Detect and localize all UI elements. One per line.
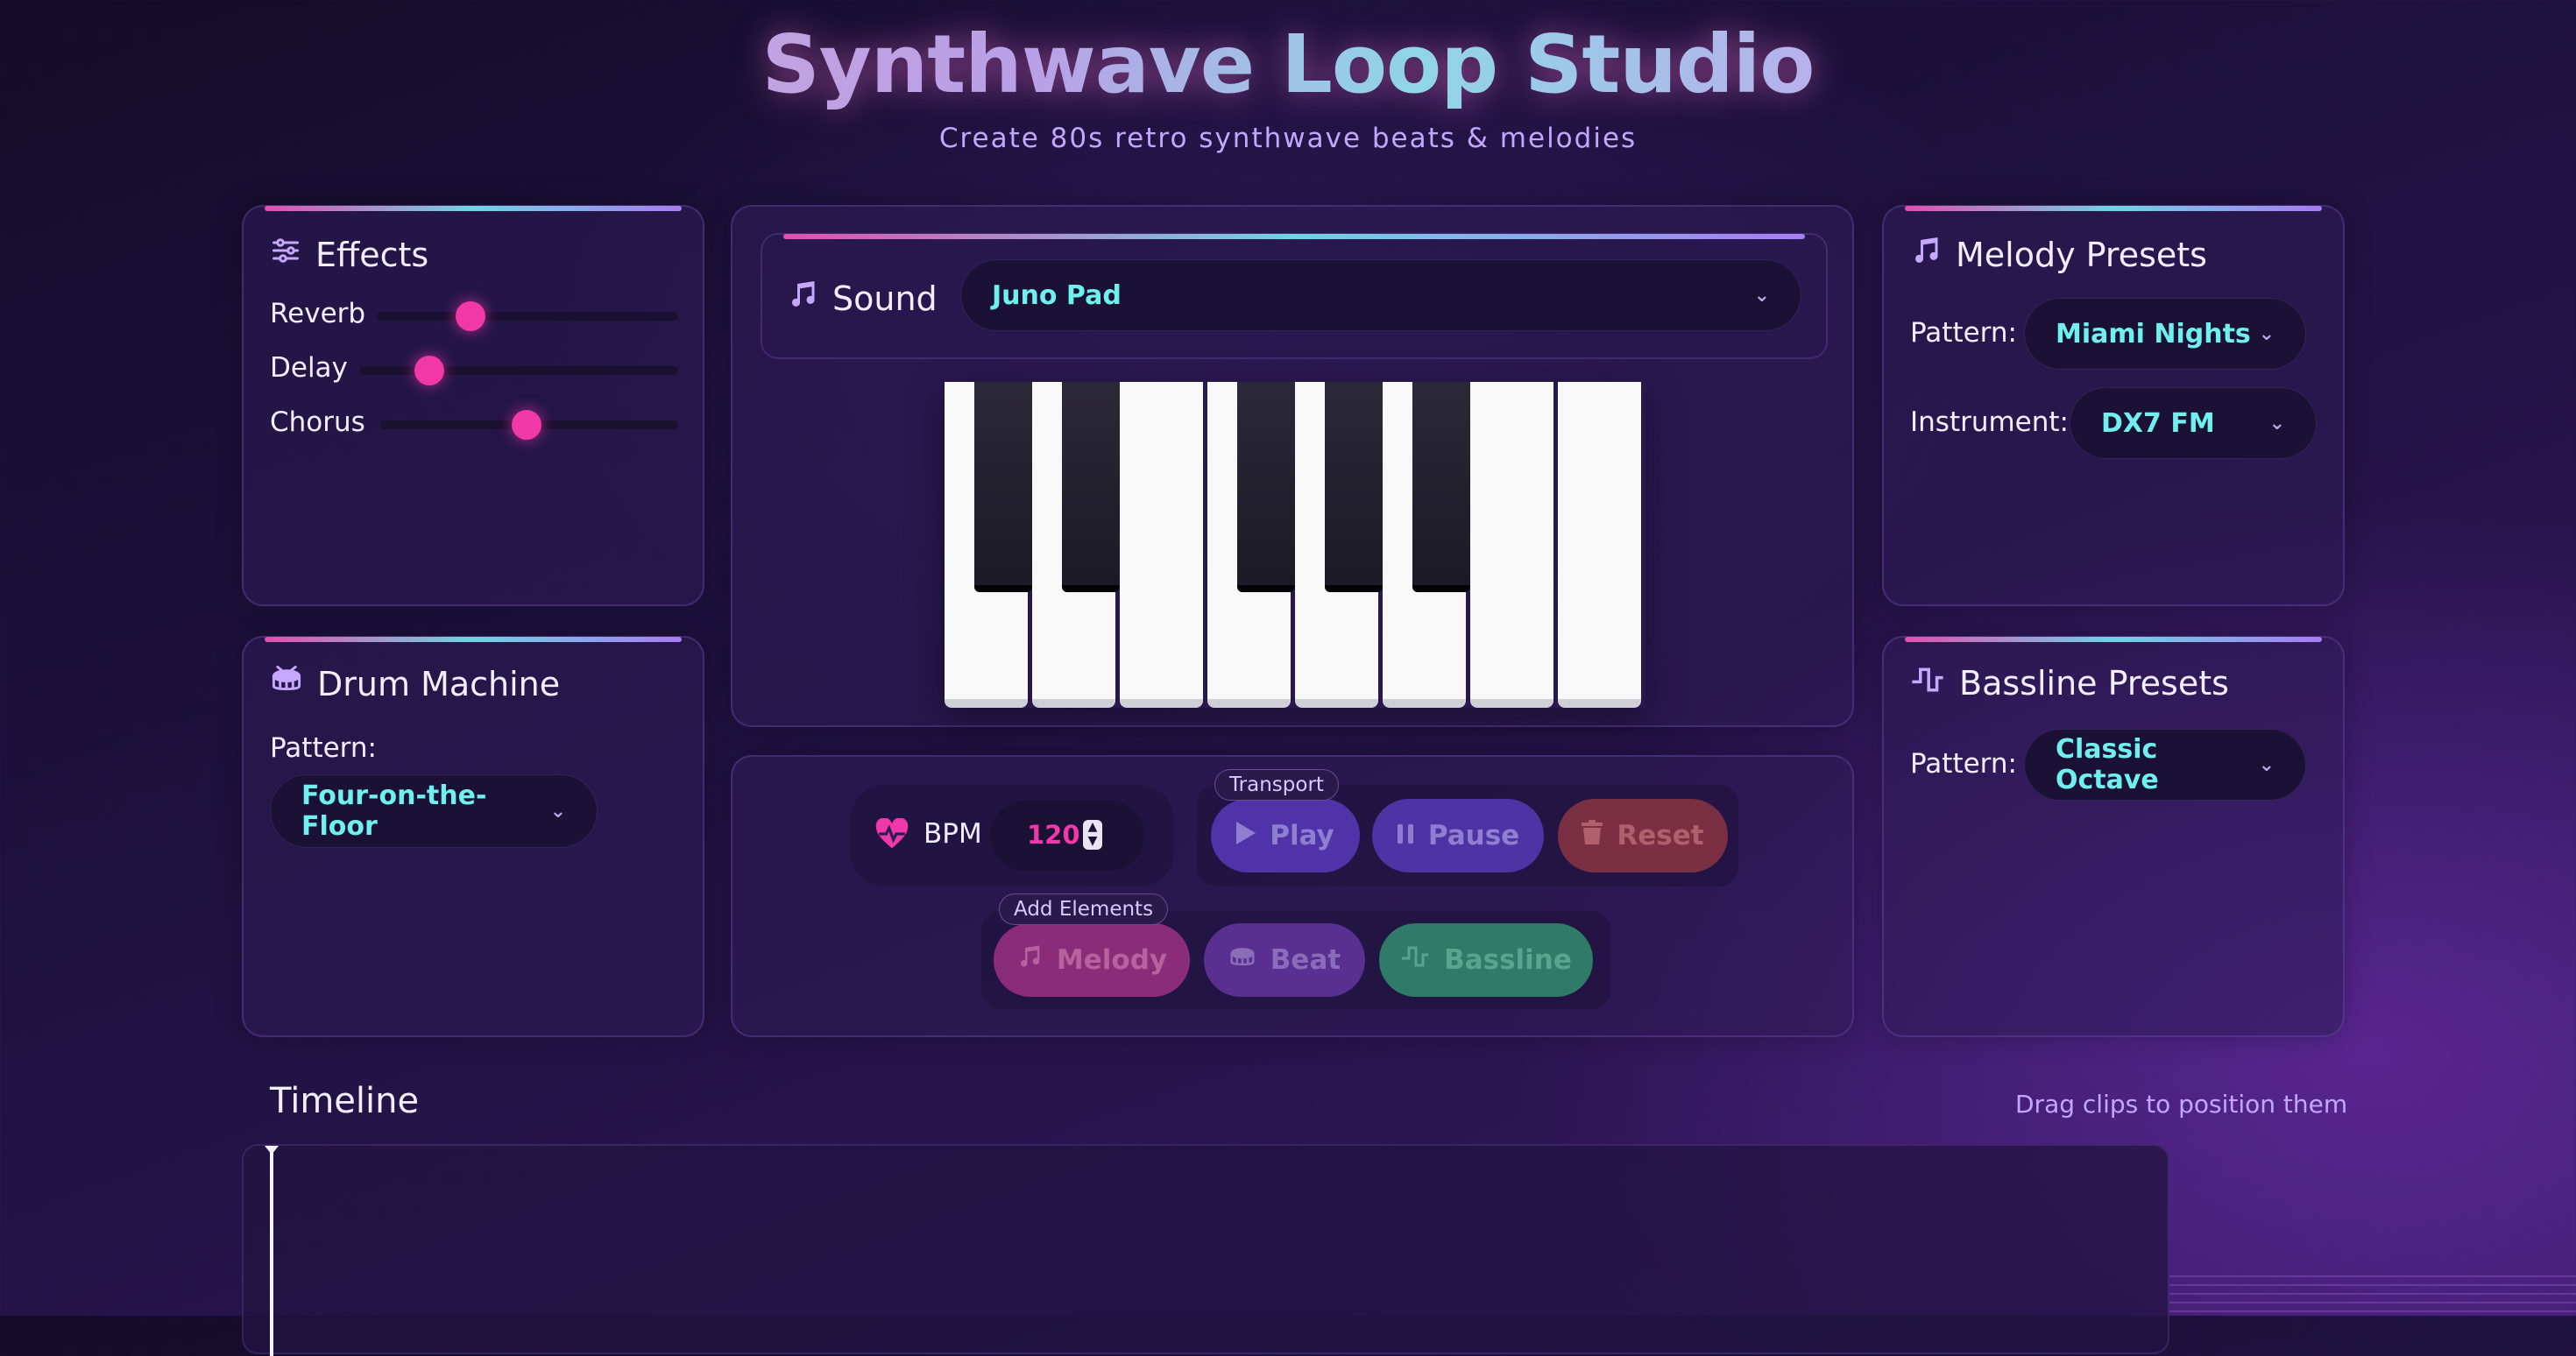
delay-label: Delay <box>270 352 348 384</box>
drum-icon <box>270 664 303 703</box>
panel-accent-bar <box>783 234 1805 239</box>
piano-black-key[interactable] <box>974 382 1032 592</box>
bassline-pattern-value: Classic Octave <box>2056 734 2159 795</box>
play-button[interactable]: Play <box>1211 799 1360 872</box>
piano-keyboard <box>945 382 1645 708</box>
instrument-value: DX7 FM <box>2101 407 2215 439</box>
music-note-icon <box>787 279 818 318</box>
sound-title: Sound <box>787 279 938 318</box>
play-icon <box>1236 820 1256 851</box>
add-melody-button[interactable]: Melody <box>994 923 1190 997</box>
delay-slider[interactable] <box>359 366 678 375</box>
delay-slider-knob[interactable] <box>414 356 444 385</box>
app-title: Synthwave Loop Studio <box>0 18 2576 111</box>
heart-pulse-icon <box>874 817 909 853</box>
piano-white-key[interactable] <box>1470 382 1553 708</box>
drum-pattern-label: Pattern: <box>270 732 377 764</box>
panel-accent-bar <box>1905 637 2322 642</box>
reverb-label: Reverb <box>270 298 366 329</box>
effects-title-label: Effects <box>315 235 429 274</box>
transport-tag: Transport <box>1214 769 1339 801</box>
add-melody-label: Melody <box>1056 944 1168 976</box>
pause-button-label: Pause <box>1427 820 1520 851</box>
synthwave-grid-decoration <box>2169 1275 2576 1316</box>
sound-selector-box: Sound Juno Pad ⌄ <box>761 233 1828 359</box>
bpm-group: BPM 120 ▲ ▼ <box>850 785 1174 886</box>
piano-black-key[interactable] <box>1237 382 1295 592</box>
reverb-slider-knob[interactable] <box>456 301 485 331</box>
sound-select-value: Juno Pad <box>992 279 1122 311</box>
bpm-stepper[interactable]: ▲ ▼ <box>1083 820 1102 850</box>
square-wave-icon <box>1910 664 1945 703</box>
square-wave-icon <box>1400 944 1430 976</box>
app-subtitle: Create 80s retro synthwave beats & melod… <box>938 123 1638 154</box>
piano-black-key[interactable] <box>1325 382 1383 592</box>
bassline-presets-title-label: Bassline Presets <box>1959 664 2229 703</box>
controls-panel: BPM 120 ▲ ▼ Play Pause Reset Transport Me… <box>731 755 1854 1037</box>
reverb-slider[interactable] <box>377 312 678 321</box>
panel-accent-bar <box>265 206 682 211</box>
add-bassline-button[interactable]: Bassline <box>1379 923 1593 997</box>
timeline-track-area[interactable] <box>242 1144 2169 1356</box>
melody-pattern-label: Pattern: <box>1910 317 2017 349</box>
piano-black-key[interactable] <box>1062 382 1120 592</box>
trash-icon <box>1582 820 1603 851</box>
timeline-title: Timeline <box>270 1081 420 1121</box>
bassline-pattern-select[interactable]: Classic Octave ⌄ <box>2024 729 2306 801</box>
sound-title-label: Sound <box>832 279 938 318</box>
bpm-input[interactable]: 120 ▲ ▼ <box>990 801 1144 871</box>
melody-presets-panel: Melody Presets Pattern: Miami Nights ⌄ I… <box>1882 205 2345 606</box>
timeline-hint: Drag clips to position them <box>2015 1090 2348 1119</box>
add-beat-label: Beat <box>1270 944 1341 976</box>
melody-presets-title-label: Melody Presets <box>1956 235 2207 274</box>
panel-accent-bar <box>265 637 682 642</box>
sliders-icon <box>270 235 301 274</box>
music-note-icon <box>1016 943 1043 977</box>
sound-select[interactable]: Juno Pad ⌄ <box>960 259 1801 331</box>
timeline-playhead-cap <box>265 1146 279 1155</box>
chevron-down-icon: ⌄ <box>2258 322 2275 345</box>
drum-pattern-select[interactable]: Four-on-the-Floor ⌄ <box>270 774 598 848</box>
instrument-select[interactable]: DX7 FM ⌄ <box>2070 387 2317 459</box>
drum-machine-title-label: Drum Machine <box>317 664 561 703</box>
reset-button[interactable]: Reset <box>1558 799 1728 872</box>
drum-pattern-value: Four-on-the-Floor <box>301 780 487 842</box>
drum-machine-title: Drum Machine <box>270 664 560 703</box>
melody-presets-title: Melody Presets <box>1910 235 2207 274</box>
add-elements-group: Melody Beat Bassline <box>981 911 1610 1009</box>
melody-pattern-value: Miami Nights <box>2056 318 2251 350</box>
add-beat-button[interactable]: Beat <box>1204 923 1365 997</box>
panel-accent-bar <box>1905 206 2322 211</box>
bassline-presets-title: Bassline Presets <box>1910 664 2229 703</box>
chevron-down-icon: ⌄ <box>2268 412 2285 434</box>
chorus-label: Chorus <box>270 406 365 438</box>
timeline-playhead[interactable] <box>270 1146 273 1356</box>
bassline-pattern-label: Pattern: <box>1910 748 2017 780</box>
instrument-label: Instrument: <box>1910 406 2070 438</box>
pause-icon <box>1397 820 1414 851</box>
piano-black-key[interactable] <box>1412 382 1470 592</box>
drum-icon <box>1228 943 1256 977</box>
chevron-down-icon: ⌄ <box>2258 753 2275 776</box>
effects-title: Effects <box>270 235 428 274</box>
add-elements-tag: Add Elements <box>999 893 1169 925</box>
chorus-slider-knob[interactable] <box>512 410 541 440</box>
drum-machine-panel: Drum Machine Pattern: Four-on-the-Floor … <box>242 636 704 1037</box>
bpm-label: BPM <box>924 818 982 850</box>
chevron-down-icon: ⌄ <box>1753 284 1770 307</box>
melody-pattern-select[interactable]: Miami Nights ⌄ <box>2024 298 2306 370</box>
bpm-value: 120 <box>1027 820 1080 850</box>
music-note-icon <box>1910 235 1942 274</box>
bassline-presets-panel: Bassline Presets Pattern: Classic Octave… <box>1882 636 2345 1037</box>
sound-piano-panel: Sound Juno Pad ⌄ <box>731 205 1854 727</box>
add-bassline-label: Bassline <box>1444 944 1572 976</box>
effects-panel: Effects Reverb Delay Chorus <box>242 205 704 606</box>
piano-white-key[interactable] <box>1558 382 1641 708</box>
reset-button-label: Reset <box>1617 820 1704 851</box>
pause-button[interactable]: Pause <box>1372 799 1544 872</box>
chevron-down-icon: ⌄ <box>549 800 566 823</box>
play-button-label: Play <box>1270 820 1334 851</box>
piano-white-key[interactable] <box>1120 382 1203 708</box>
